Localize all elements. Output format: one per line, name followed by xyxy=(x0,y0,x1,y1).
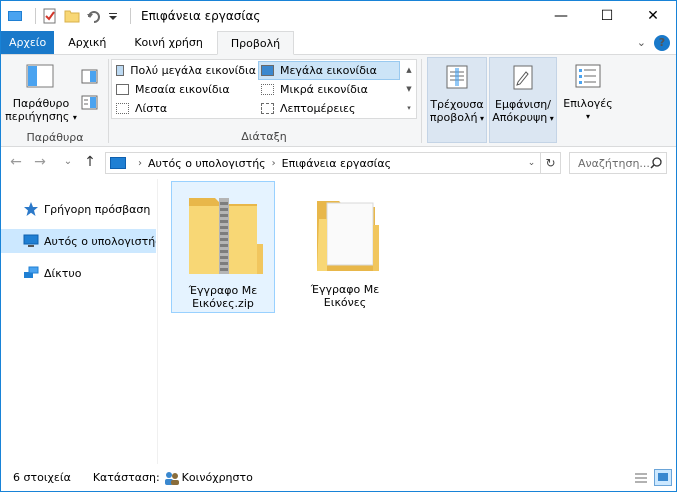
layout-medium-icons[interactable]: Μεσαία εικονίδια xyxy=(114,80,256,99)
computer-icon xyxy=(23,233,39,249)
forward-button[interactable]: → xyxy=(31,153,49,171)
layout-large-icons[interactable]: Μεγάλα εικονίδια xyxy=(258,61,400,80)
large-icons-view-toggle[interactable] xyxy=(654,469,672,486)
search-icon xyxy=(650,157,662,169)
panes-group-label: Παράθυρα xyxy=(26,131,84,144)
tab-file[interactable]: Αρχείο xyxy=(1,31,55,54)
folder-icon xyxy=(297,185,393,281)
address-dropdown-icon[interactable]: ⌄ xyxy=(522,158,540,168)
current-view-button[interactable]: Τρέχουσα προβολή ▾ xyxy=(427,57,487,143)
nav-item-quick-access[interactable]: Γρήγορη πρόσβαση xyxy=(1,197,156,221)
close-button[interactable]: ✕ xyxy=(630,1,676,31)
shared-users-icon xyxy=(164,471,180,485)
layout-details[interactable]: Λεπτομέρειες xyxy=(258,99,400,118)
details-view-toggle[interactable] xyxy=(632,469,650,486)
ribbon-tabs: Αρχείο Αρχική Κοινή χρήση Προβολή ⌄ ? xyxy=(1,31,676,55)
explorer-window: Επιφάνεια εργασίας — ☐ ✕ Αρχείο Αρχική Κ… xyxy=(0,0,677,492)
help-icon[interactable]: ? xyxy=(654,34,670,51)
navigation-pane: Γρήγορη πρόσβαση Αυτός ο υπολογιστής Δίκ… xyxy=(1,179,157,464)
details-icon xyxy=(261,103,274,114)
small-icons-icon xyxy=(261,84,274,95)
search-input[interactable]: Αναζήτηση... xyxy=(569,152,667,174)
preview-pane-icon[interactable] xyxy=(81,69,99,88)
layout-gallery-scroll[interactable]: ▲ ▼ ▾ xyxy=(402,60,416,118)
tab-home[interactable]: Αρχική xyxy=(54,31,120,54)
options-icon xyxy=(573,63,603,91)
search-placeholder: Αναζήτηση... xyxy=(578,156,650,170)
list-icon xyxy=(116,103,129,114)
state-value: Κοινόχρηστο xyxy=(181,471,253,484)
layout-extra-large-icons[interactable]: Πολύ μεγάλα εικονίδια xyxy=(114,61,256,80)
file-item-zip[interactable]: Έγγραφο Με Εικόνες.zip xyxy=(171,181,275,313)
navigation-pane-icon xyxy=(26,63,56,91)
properties-icon[interactable] xyxy=(42,8,58,24)
details-pane-icon[interactable] xyxy=(81,95,99,114)
window-app-icon xyxy=(7,8,23,24)
layout-small-icons[interactable]: Μικρά εικονίδια xyxy=(258,80,400,99)
state-label: Κατάσταση: xyxy=(92,471,160,484)
nav-item-network[interactable]: Δίκτυο xyxy=(1,261,156,285)
status-bar: 6 στοιχεία Κατάσταση: Κοινόχρηστο xyxy=(1,464,676,491)
address-bar[interactable]: › Αυτός ο υπολογιστής › Επιφάνεια εργασί… xyxy=(105,152,561,174)
window-title: Επιφάνεια εργασίας xyxy=(141,9,261,23)
item-count: 6 στοιχεία xyxy=(13,471,71,484)
new-folder-icon[interactable] xyxy=(64,8,80,24)
tab-view[interactable]: Προβολή xyxy=(216,31,295,55)
ribbon-view: Παράθυρο περιήγησης ▾ Παράθυρα Πολύ μεγά… xyxy=(1,55,676,147)
gallery-more-icon[interactable]: ▾ xyxy=(407,104,411,112)
breadcrumb-desktop[interactable]: Επιφάνεια εργασίας xyxy=(282,157,391,170)
computer-icon xyxy=(110,157,126,169)
undo-icon[interactable] xyxy=(86,8,102,24)
breadcrumb-this-pc[interactable]: Αυτός ο υπολογιστής xyxy=(148,157,266,170)
up-button[interactable]: ↑ xyxy=(81,153,99,171)
star-icon xyxy=(23,201,39,217)
back-button[interactable]: ← xyxy=(7,153,25,171)
navigation-pane-button[interactable]: Παράθυρο περιήγησης ▾ xyxy=(5,63,77,124)
scroll-down-icon[interactable]: ▼ xyxy=(406,85,411,93)
layout-list[interactable]: Λίστα xyxy=(114,99,256,118)
show-hide-button[interactable]: Εμφάνιση/ Απόκρυψη ▾ xyxy=(489,57,557,143)
extra-large-icons-icon xyxy=(116,65,125,76)
panes-group: Παράθυρο περιήγησης ▾ Παράθυρα xyxy=(1,55,109,147)
ribbon-expand-icon[interactable]: ⌄ xyxy=(637,36,646,49)
navigation-bar: ← → ⌄ ↑ › Αυτός ο υπολογιστής › Επιφάνει… xyxy=(1,147,676,179)
large-icons-icon xyxy=(261,65,274,76)
show-hide-icon xyxy=(509,64,537,92)
medium-icons-icon xyxy=(116,84,129,95)
nav-item-this-pc[interactable]: Αυτός ο υπολογιστής xyxy=(1,229,156,253)
minimize-button[interactable]: — xyxy=(538,1,584,31)
file-item-folder[interactable]: Έγγραφο Με Εικόνες xyxy=(293,181,397,313)
current-view-icon xyxy=(443,64,471,92)
recent-locations-icon[interactable]: ⌄ xyxy=(59,153,77,171)
file-list: Έγγραφο Με Εικόνες.zip Έγγραφο Με Εικόνε… xyxy=(158,179,676,464)
network-icon xyxy=(23,265,39,281)
layout-group-label: Διάταξη xyxy=(241,130,287,143)
title-bar: Επιφάνεια εργασίας — ☐ ✕ xyxy=(1,1,676,31)
scroll-up-icon[interactable]: ▲ xyxy=(406,66,411,74)
tab-share[interactable]: Κοινή χρήση xyxy=(120,31,217,54)
maximize-button[interactable]: ☐ xyxy=(584,1,630,31)
customize-qat-icon[interactable] xyxy=(108,8,118,24)
quick-access-toolbar xyxy=(1,1,137,31)
options-button[interactable]: Επιλογές ▾ xyxy=(563,63,613,123)
zip-folder-icon xyxy=(175,186,271,282)
layout-gallery: Πολύ μεγάλα εικονίδια Μεγάλα εικονίδια Μ… xyxy=(111,59,417,119)
refresh-icon[interactable]: ↻ xyxy=(540,153,560,173)
